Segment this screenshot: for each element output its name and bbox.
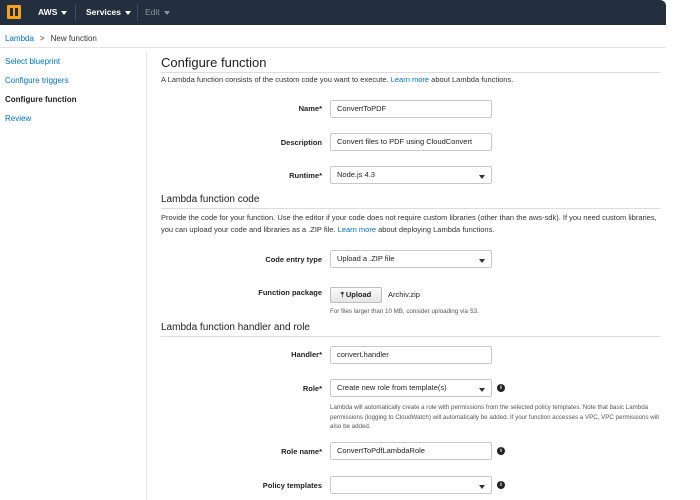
aws-cube-icon[interactable]: [7, 5, 21, 19]
code-entry-type-select[interactable]: Upload a .ZIP file: [330, 250, 492, 268]
code-section-title: Lambda function code: [161, 194, 260, 205]
edit-menu-label: Edit: [145, 7, 160, 17]
page-title: Configure function: [161, 55, 267, 70]
uploaded-file-name: Archiv.zip: [388, 290, 420, 299]
name-field[interactable]: ConvertToPDF: [330, 100, 492, 118]
info-icon[interactable]: i: [497, 384, 505, 392]
policy-templates-select[interactable]: [330, 476, 492, 494]
chevron-down-icon: [124, 11, 131, 15]
breadcrumb: Lambda > New function: [5, 34, 97, 43]
services-menu-label: Services: [86, 7, 121, 17]
intro-text: A Lambda function consists of the custom…: [161, 75, 513, 84]
breadcrumb-lambda-link[interactable]: Lambda: [5, 34, 34, 43]
description-label: Description: [280, 138, 322, 147]
upload-button-label: Upload: [345, 290, 372, 299]
aws-menu[interactable]: AWS: [38, 0, 68, 25]
role-select-value: Create new role from template(s): [337, 383, 447, 392]
aws-menu-label: AWS: [38, 7, 58, 17]
runtime-select-value: Node.js 4.3: [337, 170, 375, 179]
services-menu[interactable]: Services: [86, 0, 131, 25]
role-name-field[interactable]: ConvertToPdfLambdaRole: [330, 442, 492, 460]
wizard-sidebar: Select blueprint Configure triggers Conf…: [0, 52, 145, 128]
info-icon[interactable]: i: [497, 481, 505, 489]
chevron-down-icon: [479, 259, 485, 263]
nav-divider: [137, 4, 138, 21]
sidebar-item-configure-triggers[interactable]: Configure triggers: [0, 71, 145, 90]
header-divider: [0, 47, 666, 48]
handler-section-title: Lambda function handler and role: [161, 322, 310, 333]
info-icon[interactable]: i: [497, 447, 505, 455]
upload-icon: ⤒: [340, 292, 344, 299]
handler-label: Handler*: [291, 350, 322, 359]
code-description-after: about deploying Lambda functions.: [376, 225, 495, 234]
policy-templates-label: Policy templates: [262, 481, 322, 490]
code-entry-type-label: Code entry type: [265, 255, 322, 264]
sidebar-divider: [146, 52, 147, 500]
upload-button[interactable]: ⤒ Upload: [330, 287, 382, 303]
edit-menu[interactable]: Edit: [145, 0, 170, 25]
breadcrumb-separator: >: [39, 34, 45, 43]
chevron-down-icon: [61, 11, 68, 15]
sidebar-item-select-blueprint[interactable]: Select blueprint: [0, 52, 145, 71]
code-description: Provide the code for your function. Use …: [161, 212, 661, 236]
handler-field[interactable]: convert.handler: [330, 346, 492, 364]
runtime-label: Runtime*: [289, 171, 322, 180]
function-package-label: Function package: [258, 288, 322, 297]
upload-size-hint: For files larger than 10 MB, consider up…: [330, 308, 479, 315]
code-learn-more-link[interactable]: Learn more: [338, 225, 376, 234]
chevron-down-icon: [479, 388, 485, 392]
sidebar-item-review[interactable]: Review: [0, 109, 145, 128]
intro-learn-more-link[interactable]: Learn more: [391, 75, 429, 84]
breadcrumb-current: New function: [50, 34, 97, 43]
chevron-down-icon: [479, 175, 485, 179]
role-hint: Lambda will automatically create a role …: [330, 404, 659, 430]
role-label: Role*: [302, 384, 322, 393]
section-rule: [161, 208, 661, 209]
runtime-select[interactable]: Node.js 4.3: [330, 166, 492, 184]
name-label: Name*: [298, 104, 322, 113]
description-field[interactable]: Convert files to PDF using CloudConvert: [330, 133, 492, 151]
intro-text-before: A Lambda function consists of the custom…: [161, 75, 391, 84]
sidebar-item-configure-function[interactable]: Configure function: [0, 90, 145, 109]
section-rule: [161, 72, 661, 73]
top-nav-bar: AWS Services Edit: [0, 0, 666, 25]
role-name-label: Role name*: [281, 447, 322, 456]
chevron-down-icon: [163, 11, 170, 15]
chevron-down-icon: [479, 485, 485, 489]
nav-divider: [75, 4, 76, 21]
code-entry-type-value: Upload a .ZIP file: [337, 254, 395, 263]
intro-text-after: about Lambda functions.: [429, 75, 514, 84]
section-rule: [161, 336, 661, 337]
role-select[interactable]: Create new role from template(s): [330, 379, 492, 397]
